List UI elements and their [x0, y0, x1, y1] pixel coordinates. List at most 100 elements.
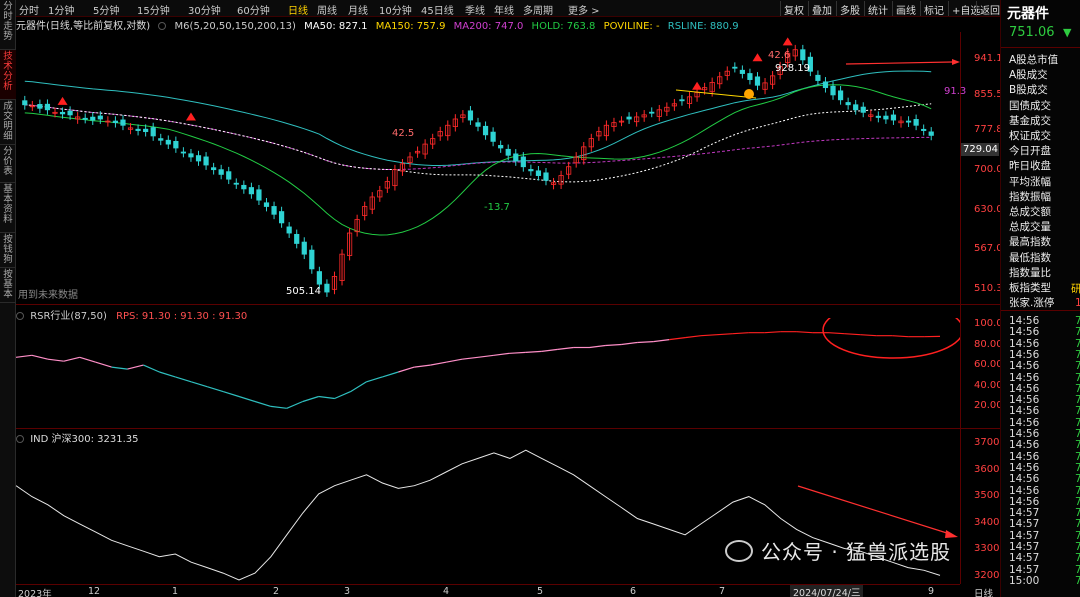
rsr-line-chart[interactable] — [16, 318, 960, 426]
tick-value-fragment: 7 — [1075, 495, 1080, 508]
tab-basic-2[interactable]: 按基本 — [0, 268, 16, 303]
period-item[interactable]: 10分钟 — [379, 2, 412, 17]
date-tick: 4 — [443, 586, 450, 597]
rsr-segment — [637, 341, 654, 344]
tick-value-fragment: 7 — [1075, 394, 1080, 407]
rsr-segment — [860, 334, 877, 337]
period-item[interactable]: 分时 — [19, 2, 39, 17]
candle-down — [90, 116, 96, 121]
rsr-segment — [350, 381, 367, 393]
signal-triangle — [692, 81, 703, 90]
rsline-value: RSLINE: 880.9 — [667, 21, 739, 32]
candle-down — [112, 120, 119, 124]
quote-field-label: 指数量比 — [1009, 266, 1051, 279]
period-item[interactable]: 30分钟 — [188, 2, 221, 17]
ind-tick: 3400 — [974, 517, 1000, 528]
rs-value-label: 91.3 — [944, 86, 967, 97]
price-tick: 630.0 — [974, 204, 1003, 215]
tab-price-table[interactable]: 分价表 — [0, 145, 16, 183]
more-periods[interactable]: 更多 > — [568, 2, 600, 17]
watermark-text: 公众号 · 猛兽派选股 — [761, 540, 952, 564]
ind-tick: 3700 — [974, 437, 1000, 448]
tick-time: 14:57 — [1009, 541, 1040, 553]
candle-down — [543, 172, 549, 181]
rsr-tick: 40.00 — [974, 380, 1003, 391]
candle-down — [679, 99, 685, 102]
rsr-segment — [700, 334, 718, 337]
tick-value-fragment: 7 — [1075, 326, 1080, 339]
tick-time: 14:56 — [1009, 348, 1040, 361]
left-tab-bar: 分时走势 技术分析 成交明细 分价表 基本资料 按钱狗 按基本 — [0, 0, 16, 597]
adjust-button[interactable]: 复权 — [780, 1, 807, 17]
quote-field-label: A股成交 — [1009, 69, 1048, 82]
mark-button[interactable]: 标记 — [920, 1, 947, 17]
candle-down — [120, 119, 126, 126]
rsr-segment — [16, 354, 32, 358]
tab-technical-analysis[interactable]: 技术分析 — [0, 50, 16, 100]
current-price: 751.06 — [1009, 25, 1055, 40]
rsr-tick: 60.00 — [974, 359, 1003, 370]
tab-timeshare[interactable]: 分时走势 — [0, 0, 16, 50]
period-toolbar: 分时 1分钟 5分钟 15分钟 30分钟 60分钟 日线 周线 月线 10分钟 … — [16, 0, 1080, 17]
down-arrow-icon: ▼ — [1063, 26, 1072, 39]
candle-down — [837, 90, 844, 101]
multi-stock-button[interactable]: 多股 — [836, 1, 863, 17]
tick-time: 14:56 — [1009, 337, 1040, 350]
ma50-value: MA50: 827.1 — [304, 21, 368, 32]
rsr-segment — [238, 395, 256, 403]
tick-time: 14:56 — [1009, 405, 1040, 418]
tab-qiangou[interactable]: 按钱狗 — [0, 233, 16, 268]
period-item[interactable]: 45日线 — [421, 2, 454, 17]
period-item[interactable]: 年线 — [494, 2, 514, 17]
rsr-segment — [605, 343, 622, 347]
period-item[interactable]: 季线 — [465, 2, 485, 17]
candle-down — [324, 283, 330, 293]
candle-down — [37, 104, 43, 109]
settings-icon[interactable] — [158, 22, 167, 30]
period-item[interactable]: 多周期 — [523, 2, 553, 17]
tick-time: 14:56 — [1009, 371, 1040, 384]
period-item[interactable]: 60分钟 — [237, 2, 270, 17]
draw-line-button[interactable]: 画线 — [892, 1, 919, 17]
period-item[interactable]: 1分钟 — [48, 2, 74, 17]
rsr-segment — [462, 356, 479, 360]
period-item[interactable]: 月线 — [348, 2, 368, 17]
quote-field-label: 最低指数 — [1009, 251, 1051, 264]
candle-down — [226, 171, 232, 180]
rsr-segment — [95, 361, 112, 368]
candle-down — [890, 114, 897, 121]
hold-value: HOLD: 763.8 — [531, 21, 596, 32]
candle-down — [135, 128, 141, 131]
quote-field-label: 国债成交 — [1009, 99, 1051, 112]
price-tick: 700.0 — [974, 164, 1003, 175]
candle-down — [800, 49, 806, 61]
period-item[interactable]: 5分钟 — [93, 2, 119, 17]
rsr-segment — [191, 381, 208, 388]
candle-down — [505, 148, 511, 156]
stats-button[interactable]: 统计 — [864, 1, 891, 17]
period-item[interactable]: 周线 — [317, 2, 337, 17]
candle-down — [211, 167, 217, 171]
tick-time: 14:56 — [1009, 326, 1040, 339]
tab-basic-info[interactable]: 基本资料 — [0, 183, 16, 233]
quote-field-label: 指数振幅 — [1009, 190, 1051, 203]
quote-field-label: 最高指数 — [1009, 236, 1051, 249]
candle-down — [913, 119, 919, 126]
tab-trade-detail[interactable]: 成交明细 — [0, 100, 16, 145]
period-item[interactable]: 15分钟 — [137, 2, 170, 17]
candle-down — [845, 102, 851, 106]
rsr-segment — [541, 348, 558, 352]
tick-value-fragment: 7 — [1075, 439, 1080, 452]
candlestick-chart[interactable] — [16, 32, 960, 304]
rsr-segment — [828, 332, 845, 335]
ind-tick: 3600 — [974, 464, 1000, 475]
overlay-button[interactable]: 叠加 — [808, 1, 835, 17]
period-item-active[interactable]: 日线 — [288, 2, 308, 17]
candle-down — [520, 156, 526, 168]
back-button[interactable]: 返回 — [976, 1, 1003, 17]
rsr-segment — [477, 354, 494, 358]
candle-down — [294, 233, 300, 244]
candle-down — [860, 106, 866, 113]
panel-divider — [16, 304, 1000, 305]
date-tick: 3 — [344, 586, 351, 597]
